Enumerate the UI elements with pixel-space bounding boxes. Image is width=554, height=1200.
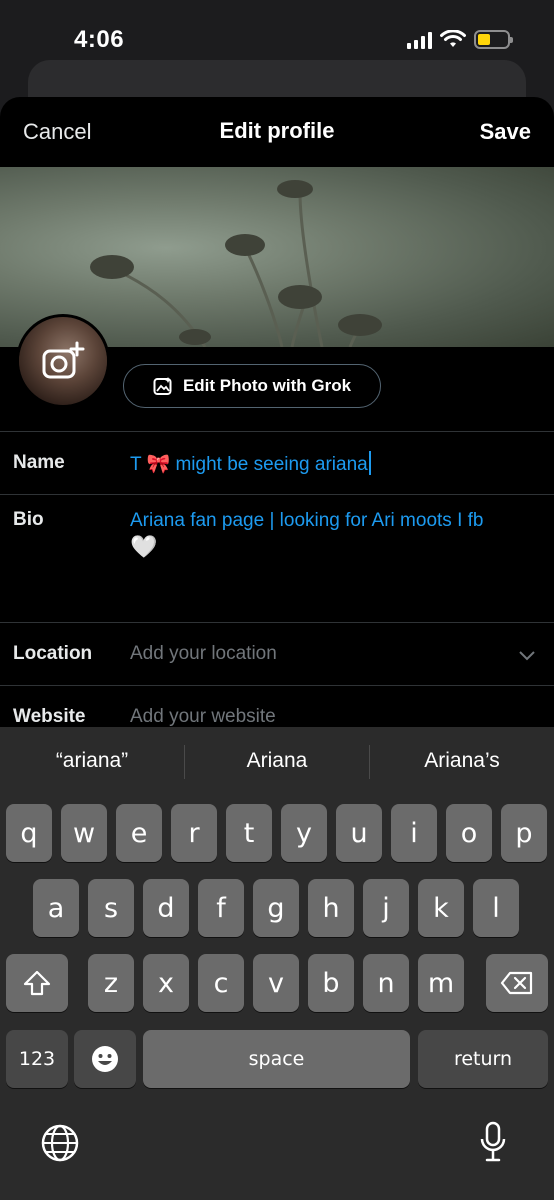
name-label: Name [13, 452, 65, 473]
save-button[interactable]: Save [480, 119, 531, 145]
key-r[interactable]: r [171, 804, 217, 862]
key-o[interactable]: o [446, 804, 492, 862]
key-t[interactable]: t [226, 804, 272, 862]
bio-value-line1: Ariana fan page | looking for Ari moots … [130, 510, 484, 531]
autocomplete-bar: “ariana” Ariana Ariana’s [0, 727, 554, 797]
edit-photo-label: Edit Photo with Grok [182, 376, 352, 395]
key-g[interactable]: g [253, 879, 299, 937]
key-h[interactable]: h [308, 879, 354, 937]
battery-icon [474, 30, 513, 49]
microphone-icon[interactable] [478, 1121, 508, 1163]
add-photo-overlay [19, 317, 107, 405]
key-u[interactable]: u [336, 804, 382, 862]
key-m[interactable]: m [418, 954, 464, 1012]
globe-icon[interactable] [40, 1123, 80, 1163]
key-v[interactable]: v [253, 954, 299, 1012]
location-input[interactable]: Add your location [130, 643, 277, 665]
edit-profile-sheet: Cancel Edit profile Save Edit Photo with… [0, 97, 554, 737]
key-d[interactable]: d [143, 879, 189, 937]
name-field-row[interactable]: Name T 🎀 might be seeing ariana [0, 431, 554, 494]
emoji-key[interactable] [74, 1030, 136, 1088]
key-z[interactable]: z [88, 954, 134, 1012]
image-sparkle-icon [153, 377, 172, 395]
key-x[interactable]: x [143, 954, 189, 1012]
status-time: 4:06 [74, 26, 125, 53]
wifi-icon [440, 30, 466, 47]
text-caret [368, 451, 371, 475]
delete-icon [500, 971, 533, 995]
key-l[interactable]: l [473, 879, 519, 937]
key-n[interactable]: n [363, 954, 409, 1012]
key-j[interactable]: j [363, 879, 409, 937]
key-e[interactable]: e [116, 804, 162, 862]
return-key[interactable]: return [418, 1030, 548, 1088]
suggestion-2[interactable]: Ariana [185, 749, 369, 773]
shift-key[interactable] [6, 954, 68, 1012]
location-label: Location [13, 643, 93, 664]
website-label: Website [13, 706, 86, 727]
avatar[interactable] [16, 314, 110, 408]
name-input[interactable]: T 🎀 might be seeing ariana [130, 451, 371, 476]
chevron-down-icon[interactable] [518, 650, 536, 662]
delete-key[interactable] [486, 954, 548, 1012]
emoji-icon [92, 1046, 118, 1072]
nav-bar: Cancel Edit profile Save [0, 97, 554, 167]
bio-field-row[interactable]: Bio Ariana fan page | looking for Ari mo… [0, 494, 554, 622]
key-y[interactable]: y [281, 804, 327, 862]
key-c[interactable]: c [198, 954, 244, 1012]
key-w[interactable]: w [61, 804, 107, 862]
page-title: Edit profile [219, 118, 335, 143]
bio-label: Bio [13, 509, 44, 530]
edit-photo-with-grok-button[interactable]: Edit Photo with Grok [123, 364, 381, 408]
suggestion-1[interactable]: “ariana” [0, 749, 184, 773]
key-q[interactable]: q [6, 804, 52, 862]
key-k[interactable]: k [418, 879, 464, 937]
name-value: T 🎀 might be seeing ariana [130, 454, 368, 475]
key-b[interactable]: b [308, 954, 354, 1012]
suggestion-3[interactable]: Ariana’s [370, 749, 554, 773]
key-a[interactable]: a [33, 879, 79, 937]
cellular-signal-icon [407, 31, 432, 49]
bio-value-line2: 🤍 [130, 534, 158, 559]
keyboard: “ariana” Ariana Ariana’s 123 space retur… [0, 727, 554, 1200]
key-i[interactable]: i [391, 804, 437, 862]
key-f[interactable]: f [198, 879, 244, 937]
numbers-key[interactable]: 123 [6, 1030, 68, 1088]
space-key[interactable]: space [143, 1030, 410, 1088]
bio-input[interactable]: Ariana fan page | looking for Ari moots … [130, 508, 483, 560]
key-p[interactable]: p [501, 804, 547, 862]
location-field-row[interactable]: Location Add your location [0, 622, 554, 685]
camera-plus-icon [42, 341, 85, 379]
shift-icon [23, 970, 51, 996]
website-input[interactable]: Add your website [130, 706, 276, 728]
key-s[interactable]: s [88, 879, 134, 937]
status-icons [407, 30, 513, 49]
